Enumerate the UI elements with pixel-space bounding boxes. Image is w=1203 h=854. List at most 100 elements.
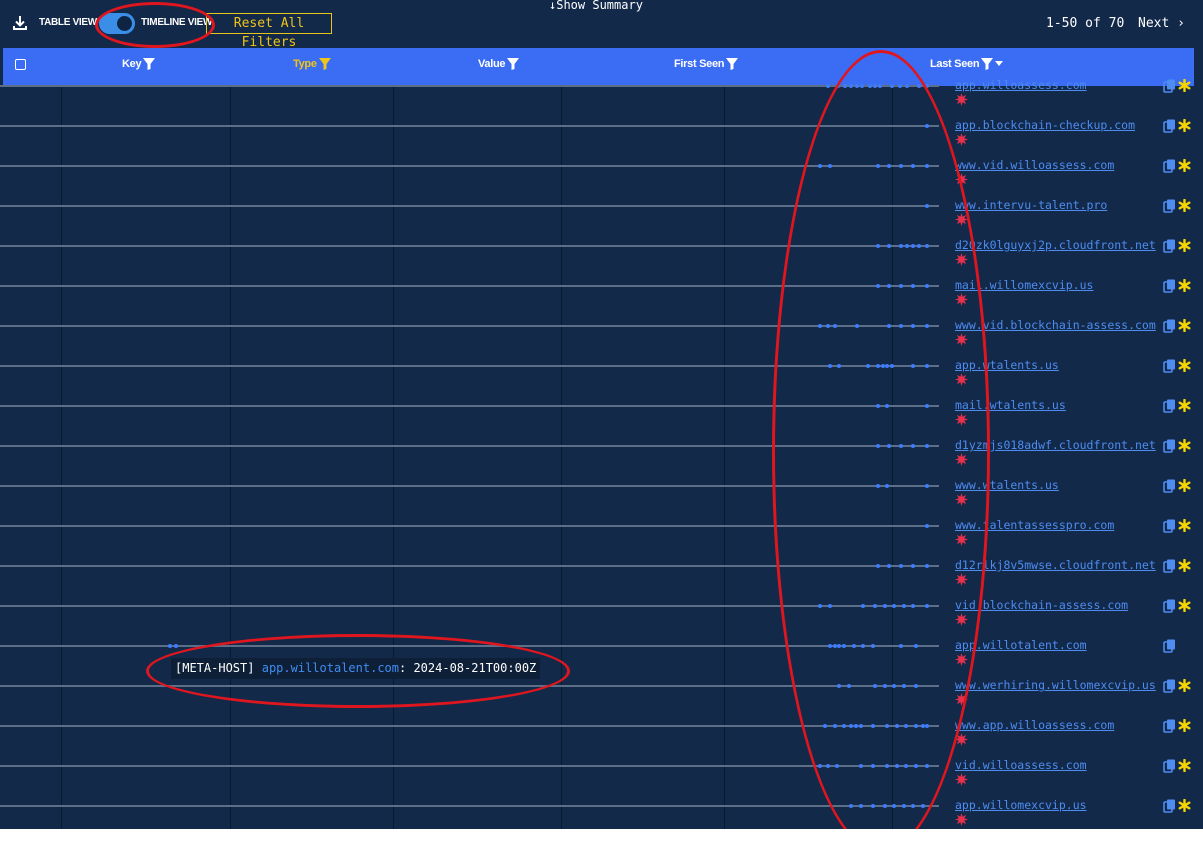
timeline-dot[interactable] bbox=[882, 604, 887, 608]
star-icon[interactable] bbox=[1178, 759, 1191, 772]
timeline-dot[interactable] bbox=[851, 644, 856, 648]
host-link[interactable]: app.wtalents.us bbox=[955, 358, 1059, 372]
timeline-dot[interactable] bbox=[925, 244, 930, 248]
timeline-dot[interactable] bbox=[875, 364, 880, 368]
timeline-dot[interactable] bbox=[168, 644, 172, 648]
timeline-dot[interactable] bbox=[885, 364, 890, 368]
copy-icon[interactable] bbox=[1163, 719, 1177, 733]
timeline-dot[interactable] bbox=[925, 764, 930, 768]
timeline-dot[interactable] bbox=[818, 164, 823, 168]
timeline-dot[interactable] bbox=[925, 204, 930, 208]
timeline-dot[interactable] bbox=[899, 644, 904, 648]
timeline-dot[interactable] bbox=[849, 84, 854, 88]
filter-icon[interactable] bbox=[507, 58, 520, 70]
timeline-dot[interactable] bbox=[917, 244, 922, 248]
timeline-dot[interactable] bbox=[843, 84, 848, 88]
timeline-dot[interactable] bbox=[861, 604, 866, 608]
timeline-dot[interactable] bbox=[920, 804, 925, 808]
timeline-dot[interactable] bbox=[873, 84, 878, 88]
timeline-dot[interactable] bbox=[901, 604, 906, 608]
timeline-dot[interactable] bbox=[887, 284, 892, 288]
timeline-dot[interactable] bbox=[875, 164, 880, 168]
filter-icon[interactable] bbox=[143, 58, 156, 70]
column-key[interactable]: Key bbox=[122, 58, 156, 70]
copy-icon[interactable] bbox=[1163, 479, 1177, 493]
timeline-dot[interactable] bbox=[905, 244, 910, 248]
timeline-dot[interactable] bbox=[911, 604, 916, 608]
timeline-dot[interactable] bbox=[875, 564, 880, 568]
host-link[interactable]: www.vid.blockchain-assess.com bbox=[955, 318, 1156, 332]
host-link[interactable]: mail.wtalents.us bbox=[955, 398, 1066, 412]
column-first-seen[interactable]: First Seen bbox=[674, 58, 739, 70]
timeline-dot[interactable] bbox=[823, 724, 828, 728]
star-icon[interactable] bbox=[1178, 359, 1191, 372]
copy-icon[interactable] bbox=[1163, 159, 1177, 173]
copy-icon[interactable] bbox=[1163, 559, 1177, 573]
timeline-dot[interactable] bbox=[849, 724, 854, 728]
timeline-dot[interactable] bbox=[913, 764, 918, 768]
timeline-dot[interactable] bbox=[925, 724, 930, 728]
timeline-dot[interactable] bbox=[875, 284, 880, 288]
copy-icon[interactable] bbox=[1163, 439, 1177, 453]
host-link[interactable]: www.werhiring.willomexcvip.us bbox=[955, 678, 1156, 692]
copy-icon[interactable] bbox=[1163, 199, 1177, 213]
timeline-dot[interactable] bbox=[855, 84, 860, 88]
timeline-dot[interactable] bbox=[904, 764, 909, 768]
timeline-dot[interactable] bbox=[825, 764, 830, 768]
host-link[interactable]: www.wtalents.us bbox=[955, 478, 1059, 492]
timeline-view-label[interactable]: TIMELINE VIEW bbox=[141, 17, 212, 28]
timeline-dot[interactable] bbox=[925, 524, 930, 528]
timeline-dot[interactable] bbox=[854, 724, 859, 728]
timeline-dot[interactable] bbox=[898, 84, 903, 88]
timeline-dot[interactable] bbox=[905, 84, 910, 88]
timeline-dot[interactable] bbox=[868, 84, 873, 88]
timeline-dot[interactable] bbox=[827, 164, 832, 168]
copy-icon[interactable] bbox=[1163, 519, 1177, 533]
timeline-dot[interactable] bbox=[832, 724, 837, 728]
timeline-dot[interactable] bbox=[925, 324, 930, 328]
host-link[interactable]: www.intervu-talent.pro bbox=[955, 198, 1107, 212]
timeline-dot[interactable] bbox=[892, 804, 897, 808]
star-icon[interactable] bbox=[1178, 199, 1191, 212]
timeline-dot[interactable] bbox=[860, 84, 865, 88]
timeline-dot[interactable] bbox=[899, 564, 904, 568]
timeline-dot[interactable] bbox=[885, 764, 890, 768]
host-link[interactable]: www.app.willoassess.com bbox=[955, 718, 1114, 732]
timeline-dot[interactable] bbox=[887, 244, 892, 248]
timeline-dot[interactable] bbox=[818, 324, 823, 328]
star-icon[interactable] bbox=[1178, 399, 1191, 412]
star-icon[interactable] bbox=[1178, 319, 1191, 332]
timeline-dot[interactable] bbox=[887, 324, 892, 328]
timeline-dot[interactable] bbox=[925, 84, 930, 88]
timeline-dot[interactable] bbox=[925, 484, 930, 488]
timeline-dot[interactable] bbox=[925, 444, 930, 448]
filter-active-icon[interactable] bbox=[318, 58, 331, 70]
view-toggle[interactable] bbox=[99, 13, 135, 34]
timeline-dot[interactable] bbox=[818, 604, 823, 608]
timeline-dot[interactable] bbox=[861, 644, 866, 648]
timeline-dot[interactable] bbox=[174, 644, 178, 648]
timeline-dot[interactable] bbox=[901, 684, 906, 688]
column-value[interactable]: Value bbox=[478, 58, 520, 70]
timeline-dot[interactable] bbox=[832, 324, 837, 328]
timeline-dot[interactable] bbox=[917, 84, 922, 88]
copy-icon[interactable] bbox=[1163, 359, 1177, 373]
timeline-dot[interactable] bbox=[827, 364, 832, 368]
host-link[interactable]: www.vid.willoassess.com bbox=[955, 158, 1114, 172]
timeline-dot[interactable] bbox=[825, 324, 830, 328]
copy-icon[interactable] bbox=[1163, 799, 1177, 813]
timeline-dot[interactable] bbox=[849, 804, 854, 808]
copy-icon[interactable] bbox=[1163, 79, 1177, 93]
timeline-dot[interactable] bbox=[899, 444, 904, 448]
timeline-dot[interactable] bbox=[875, 484, 880, 488]
copy-icon[interactable] bbox=[1163, 759, 1177, 773]
column-last-seen[interactable]: Last Seen bbox=[930, 58, 1004, 70]
timeline-dot[interactable] bbox=[858, 724, 863, 728]
copy-icon[interactable] bbox=[1163, 279, 1177, 293]
timeline-dot[interactable] bbox=[887, 444, 892, 448]
sort-desc-icon[interactable] bbox=[995, 61, 1004, 67]
timeline-dot[interactable] bbox=[875, 244, 880, 248]
copy-icon[interactable] bbox=[1163, 319, 1177, 333]
timeline-dot[interactable] bbox=[913, 684, 918, 688]
timeline-dot[interactable] bbox=[836, 84, 841, 88]
